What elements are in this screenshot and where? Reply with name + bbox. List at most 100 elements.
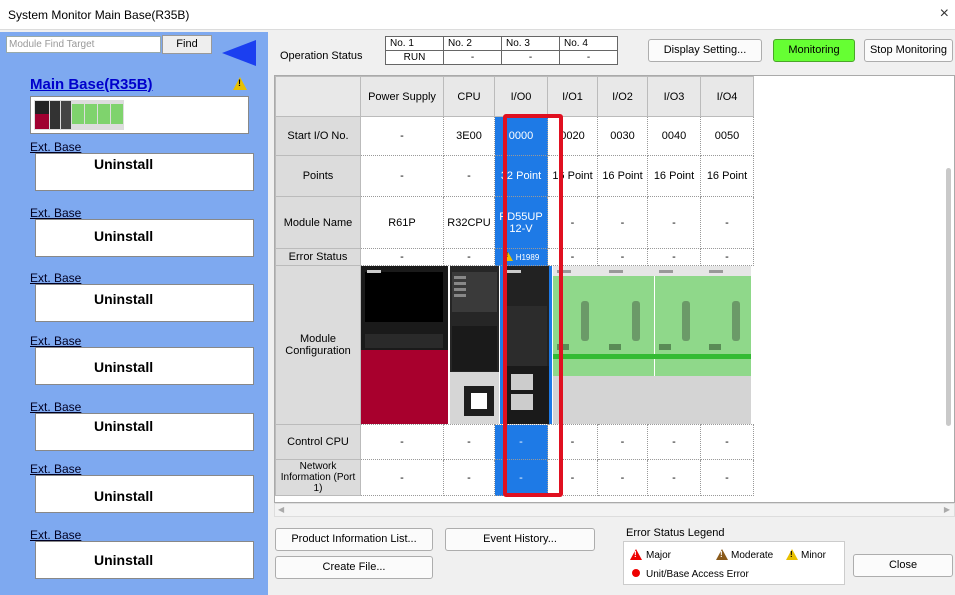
ext-base-link[interactable]: Ext. Base (30, 400, 81, 414)
find-button[interactable]: Find (162, 35, 212, 54)
ext-base-box[interactable]: Uninstall (35, 475, 254, 513)
legend-minor: Minor (786, 549, 826, 561)
ext-base-box[interactable]: Uninstall (35, 347, 254, 385)
legend-major: Major (630, 549, 671, 561)
error-code: H1989 (515, 253, 540, 262)
ext-base-box[interactable]: Uninstall (35, 284, 254, 322)
grid-cell[interactable]: - (360, 424, 444, 460)
main-base-link[interactable]: Main Base(R35B) (30, 76, 153, 93)
grid-cell[interactable]: - (547, 459, 598, 496)
cpu-number: No. 3 (501, 36, 560, 51)
ext-base-link[interactable]: Ext. Base (30, 206, 81, 220)
grid-cell-selected[interactable]: 32 Point (494, 155, 548, 197)
grid-cell[interactable]: - (443, 248, 495, 266)
ext-base-link[interactable]: Ext. Base (30, 271, 81, 285)
grid-cell[interactable]: - (443, 424, 495, 460)
cpu-state: RUN (385, 50, 444, 65)
grid-cell[interactable]: - (547, 248, 598, 266)
grid-cell[interactable]: 3E00 (443, 116, 495, 156)
cpu-status-table: No. 1 No. 2 No. 3 No. 4 RUN - - - (385, 36, 618, 65)
grid-cell[interactable]: - (647, 248, 701, 266)
grid-cell[interactable]: - (597, 248, 648, 266)
grid-cell[interactable]: 16 Point (547, 155, 598, 197)
module-find-input[interactable]: Module Find Target (6, 36, 161, 53)
ext-base-status: Uninstall (94, 291, 154, 307)
grid-cell[interactable]: - (647, 196, 701, 249)
ext-base-box[interactable]: Uninstall (35, 219, 254, 257)
grid-cell[interactable]: 0030 (597, 116, 648, 156)
grid-cell[interactable]: R32CPU (443, 196, 495, 249)
grid-cell[interactable]: - (597, 196, 648, 249)
column-header: CPU (443, 76, 495, 117)
legend-moderate-label: Moderate (731, 550, 774, 561)
warning-icon (233, 77, 247, 90)
grid-cell[interactable]: - (700, 424, 754, 460)
grid-cell[interactable]: - (597, 459, 648, 496)
close-icon[interactable]: × (940, 5, 949, 23)
grid-cell[interactable]: - (360, 248, 444, 266)
grid-cell[interactable]: - (443, 459, 495, 496)
legend-minor-label: Minor (801, 550, 827, 561)
horizontal-scrollbar[interactable]: ◀ ▶ (274, 503, 955, 517)
error-status-legend-title: Error Status Legend (626, 527, 725, 539)
close-button[interactable]: Close (853, 554, 953, 577)
vertical-scrollbar[interactable] (946, 168, 951, 426)
grid-cell[interactable]: - (700, 459, 754, 496)
grid-cell-selected[interactable]: RD55UP 12-V (494, 196, 548, 249)
scroll-left-icon[interactable]: ◀ (278, 505, 284, 514)
ext-base-link[interactable]: Ext. Base (30, 462, 81, 476)
ext-base-box[interactable]: Uninstall (35, 153, 254, 191)
grid-cell[interactable]: - (360, 155, 444, 197)
cpu-number: No. 2 (443, 36, 502, 51)
row-header: Module Configuration (275, 265, 361, 425)
grid-cell-selected[interactable]: 0000 (494, 116, 548, 156)
create-file-button[interactable]: Create File... (275, 556, 433, 579)
grid-cell[interactable]: 16 Point (647, 155, 701, 197)
grid-cell[interactable]: - (443, 155, 495, 197)
grid-cell-selected[interactable]: - (494, 459, 548, 496)
grid-cell[interactable]: 0050 (700, 116, 754, 156)
grid-cell[interactable]: - (597, 424, 648, 460)
grid-cell[interactable]: 16 Point (597, 155, 648, 197)
grid-cell[interactable]: - (700, 248, 754, 266)
grid-cell[interactable]: - (547, 196, 598, 249)
column-header: Power Supply (360, 76, 444, 117)
grid-cell-selected[interactable]: H1989 (494, 248, 548, 266)
module-configuration-image[interactable] (361, 266, 754, 425)
operation-status-label: Operation Status (280, 50, 363, 62)
minor-error-icon (502, 252, 513, 261)
title-bar: System Monitor Main Base(R35B) × (0, 0, 955, 30)
main-base-box[interactable] (30, 96, 249, 134)
ext-base-box[interactable]: Uninstall (35, 541, 254, 579)
ext-base-link[interactable]: Ext. Base (30, 140, 81, 154)
event-history-button[interactable]: Event History... (445, 528, 595, 551)
module-table: Power Supply CPU I/O0 I/O1 I/O2 I/O3 I/O… (275, 76, 754, 496)
ext-base-status: Uninstall (94, 228, 154, 244)
stop-monitoring-button[interactable]: Stop Monitoring (864, 39, 953, 62)
grid-cell[interactable]: - (547, 424, 598, 460)
ext-base-link[interactable]: Ext. Base (30, 528, 81, 542)
display-setting-button[interactable]: Display Setting... (648, 39, 762, 62)
grid-cell[interactable]: - (360, 459, 444, 496)
column-header: I/O2 (597, 76, 648, 117)
ext-base-link[interactable]: Ext. Base (30, 334, 81, 348)
grid-cell[interactable]: 16 Point (700, 155, 754, 197)
grid-cell[interactable]: - (360, 116, 444, 156)
grid-cell[interactable]: - (647, 459, 701, 496)
grid-cell[interactable]: 0020 (547, 116, 598, 156)
product-information-list-button[interactable]: Product Information List... (275, 528, 433, 551)
ext-base-status: Uninstall (94, 552, 154, 568)
scroll-right-icon[interactable]: ▶ (944, 505, 950, 514)
row-header: Network Information (Port 1) (275, 459, 361, 496)
grid-cell[interactable]: 0040 (647, 116, 701, 156)
grid-cell[interactable]: - (700, 196, 754, 249)
ext-base-box[interactable]: Uninstall (35, 413, 254, 451)
rack-diagram-icon (361, 266, 751, 424)
grid-cell[interactable]: - (647, 424, 701, 460)
grid-cell[interactable]: R61P (360, 196, 444, 249)
main-base-thumbnail-icon (34, 100, 124, 130)
grid-cell-selected[interactable]: - (494, 424, 548, 460)
monitoring-button[interactable]: Monitoring (773, 39, 855, 62)
collapse-panel-icon[interactable] (222, 40, 256, 66)
ext-base-status: Uninstall (94, 359, 154, 375)
